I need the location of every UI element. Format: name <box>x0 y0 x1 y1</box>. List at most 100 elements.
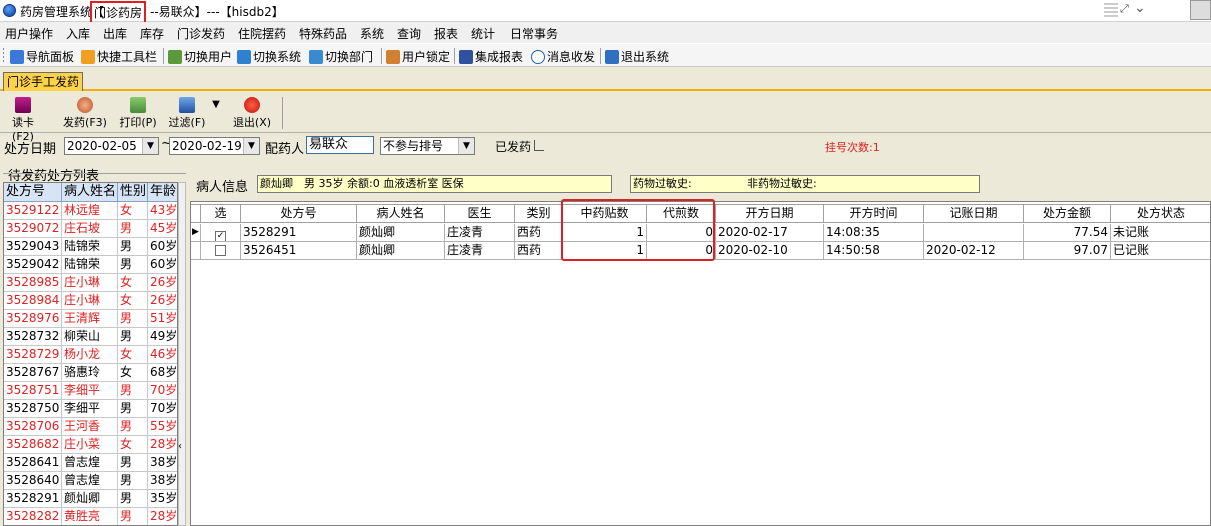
list-item[interactable]: 3528984 庄小琳女 26岁 <box>4 292 177 310</box>
table-cell-status: 已记账 <box>1111 242 1210 260</box>
queue-select[interactable]: 不参与排号 ▼ <box>380 137 475 155</box>
messages-button[interactable]: 消息收发 <box>531 48 595 64</box>
print-button[interactable]: 打印(P) <box>117 97 159 131</box>
list-item[interactable]: 3529122 林远煌女 43岁 <box>4 202 177 220</box>
col-header-doctor[interactable]: 医生 <box>445 204 515 223</box>
pending-prescriptions-grid[interactable]: 处方号 病人姓名 性别 年龄 3529122 林远煌女 43岁 3529072 庄石坡男… <box>3 182 178 526</box>
printer-icon <box>130 97 146 113</box>
nav-panel-button[interactable]: 导航面板 <box>10 48 74 64</box>
date-from-input[interactable]: 2020-02-05 ▼ <box>64 137 159 155</box>
list-item[interactable]: 3528751 李细平男 70岁 <box>4 382 177 400</box>
switch-user-button[interactable]: 切换用户 <box>168 48 232 64</box>
col-header-name[interactable]: 病人姓名 <box>62 183 118 202</box>
read-card-button[interactable]: 读卡(F2) <box>5 97 41 143</box>
list-item[interactable]: 3528976 王清辉男 51岁 <box>4 310 177 328</box>
row-select-checkbox[interactable]: ✓ <box>201 224 241 242</box>
col-header-name[interactable]: 病人姓名 <box>357 204 445 223</box>
list-item[interactable]: 3528641 曾志煌男 38岁 <box>4 454 177 472</box>
list-cell-id: 3529122 <box>4 202 62 220</box>
list-item[interactable]: 3528291 颜灿卿男 35岁 <box>4 490 177 508</box>
col-header-id[interactable]: 处方号 <box>241 204 357 223</box>
menu-inbound[interactable]: 入库 <box>66 25 90 42</box>
filter-row: 处方日期 2020-02-05 ▼ ~ 2020-02-19 ▼ 配药人 易联众… <box>0 134 1211 160</box>
left-scrollbar[interactable]: ‹ <box>178 182 186 526</box>
list-item[interactable]: 3528706 王河香男 55岁 <box>4 418 177 436</box>
menu-user-ops[interactable]: 用户操作 <box>5 25 53 42</box>
window-title-dept: 门诊药房 <box>90 1 147 24</box>
list-item[interactable]: 3528282 黄胜亮男 28岁 <box>4 508 177 525</box>
menu-special-drugs[interactable]: 特殊药品 <box>299 25 347 42</box>
filter-dropdown-arrow[interactable]: ▼ <box>211 99 221 133</box>
col-header-bill_date[interactable]: 记账日期 <box>924 204 1024 223</box>
col-header-sex[interactable]: 性别 <box>118 183 148 202</box>
exit-button[interactable]: 退出(X) <box>231 97 273 131</box>
menu-query[interactable]: 查询 <box>397 25 421 42</box>
grid-icon[interactable] <box>1104 3 1118 17</box>
checkbox-empty-icon[interactable] <box>215 245 226 256</box>
menu-report[interactable]: 报表 <box>434 25 458 42</box>
list-cell-id: 3528976 <box>4 310 62 328</box>
chevron-left-icon[interactable]: ‹ <box>178 441 182 452</box>
switch-dept-button[interactable]: 切换部门 <box>309 48 373 64</box>
list-cell-name: 柳荣山 <box>62 328 118 346</box>
menu-outbound[interactable]: 出库 <box>103 25 127 42</box>
col-header-age[interactable]: 年龄 <box>148 183 177 202</box>
list-item[interactable]: 3528750 李细平男 70岁 <box>4 400 177 418</box>
menu-inpatient[interactable]: 住院摆药 <box>238 25 286 42</box>
menu-statistics[interactable]: 统计 <box>471 25 495 42</box>
tab-outpatient-manual[interactable]: 门诊手工发药 <box>3 72 83 91</box>
list-cell-age: 26岁 <box>148 274 177 292</box>
menu-system[interactable]: 系统 <box>360 25 384 42</box>
list-cell-id: 3528641 <box>4 454 62 472</box>
date-to-input[interactable]: 2020-02-19 ▼ <box>169 137 260 155</box>
list-item[interactable]: 3528767 骆惠玲女 68岁 <box>4 364 177 382</box>
list-cell-age: 60岁 <box>148 256 177 274</box>
list-cell-age: 38岁 <box>148 472 177 490</box>
list-cell-name: 曾志煌 <box>62 454 118 472</box>
list-item[interactable]: 3529042 陆锦荣男 60岁 <box>4 256 177 274</box>
exit-system-button[interactable]: 退出系统 <box>605 48 669 64</box>
list-item[interactable]: 3529072 庄石坡男 45岁 <box>4 220 177 238</box>
list-item[interactable]: 3528732 柳荣山男 49岁 <box>4 328 177 346</box>
list-item[interactable]: 3528640 曾志煌男 38岁 <box>4 472 177 490</box>
col-header-time[interactable]: 开方时间 <box>824 204 924 223</box>
user-lock-button[interactable]: 用户锁定 <box>386 48 450 64</box>
list-cell-sex: 男 <box>118 472 148 490</box>
col-header-type[interactable]: 类别 <box>515 204 563 223</box>
list-item[interactable]: 3528729 杨小龙女 46岁 <box>4 346 177 364</box>
list-cell-name: 颜灿卿 <box>62 490 118 508</box>
col-header-id[interactable]: 处方号 <box>4 183 62 202</box>
row-select-checkbox[interactable] <box>201 242 241 260</box>
menu-outpatient[interactable]: 门诊发药 <box>177 25 225 42</box>
list-cell-id: 3528729 <box>4 346 62 364</box>
list-cell-age: 35岁 <box>148 490 177 508</box>
menu-daily[interactable]: 日常事务 <box>510 25 558 42</box>
chevron-down-icon[interactable]: ⌄ <box>1134 0 1146 16</box>
dispense-button[interactable]: 发药(F3) <box>61 97 109 131</box>
filter-button[interactable]: 过滤(F) <box>166 97 208 131</box>
pharmacist-input[interactable]: 易联众 <box>306 136 374 154</box>
integrated-report-button[interactable]: 集成报表 <box>459 48 523 64</box>
chevron-down-icon[interactable]: ▼ <box>458 138 474 154</box>
menu-stock[interactable]: 库存 <box>140 25 164 42</box>
list-cell-name: 杨小龙 <box>62 346 118 364</box>
table-cell-name: 颜灿卿 <box>357 224 445 242</box>
list-item[interactable]: 3528682 庄小菜女 28岁 <box>4 436 177 454</box>
quick-toolbar-button[interactable]: 快捷工具栏 <box>81 48 157 64</box>
switch-system-button[interactable]: 切换系统 <box>237 48 301 64</box>
col-header-checked[interactable]: 选 <box>201 204 241 223</box>
exit-icon <box>605 50 619 64</box>
list-cell-name: 陆锦荣 <box>62 238 118 256</box>
dispensed-checkbox[interactable] <box>534 140 544 151</box>
list-item[interactable]: 3528985 庄小琳女 26岁 <box>4 274 177 292</box>
chevron-down-icon[interactable]: ▼ <box>243 138 259 154</box>
col-header-status[interactable]: 处方状态 <box>1111 204 1210 223</box>
list-item[interactable]: 3529043 陆锦荣男 60岁 <box>4 238 177 256</box>
list-cell-name: 庄小琳 <box>62 292 118 310</box>
checkmark-icon[interactable]: ✓ <box>215 231 226 241</box>
chevron-down-icon[interactable]: ▼ <box>142 138 158 154</box>
avatar[interactable] <box>1190 0 1211 20</box>
col-header-date[interactable]: 开方日期 <box>716 204 824 223</box>
col-header-amount[interactable]: 处方金额 <box>1024 204 1111 223</box>
restore-icon[interactable]: ⤢ <box>1120 2 1129 16</box>
